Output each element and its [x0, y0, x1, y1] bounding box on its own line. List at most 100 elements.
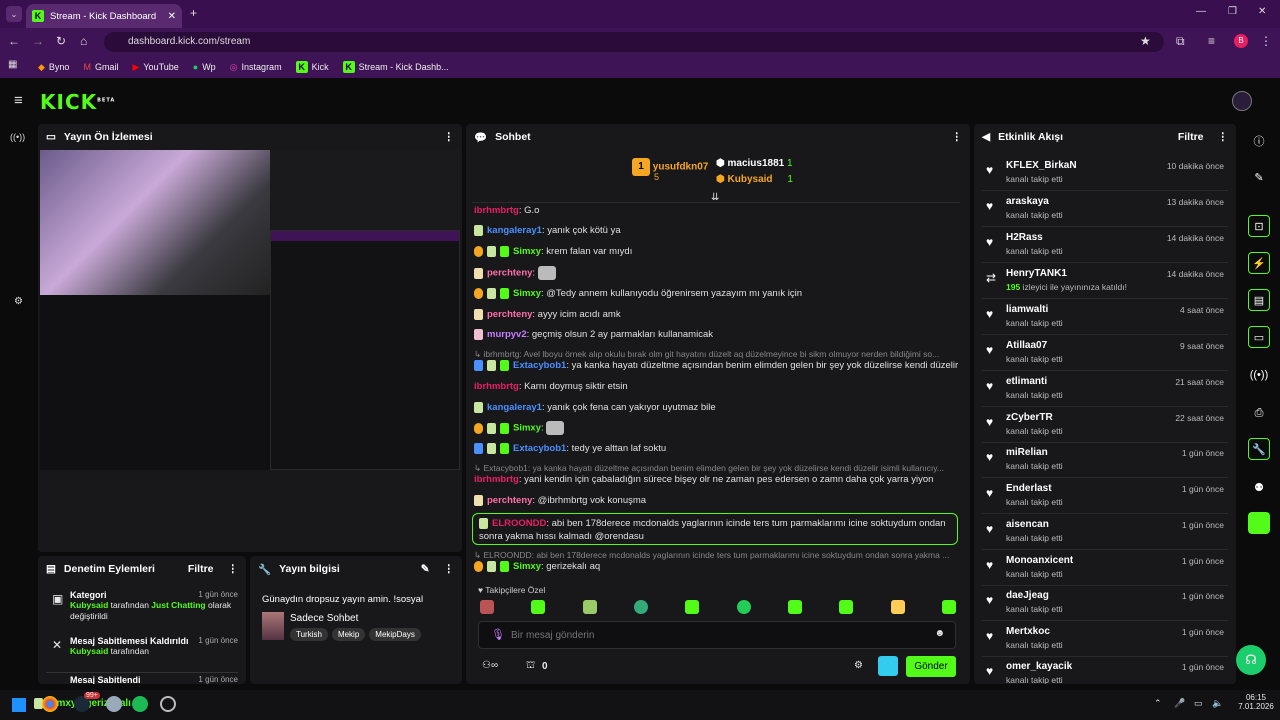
extensions-icon[interactable]: ⧉	[1176, 34, 1185, 49]
emote-button[interactable]	[582, 600, 597, 614]
hamburger-menu-icon[interactable]: ≡	[14, 92, 23, 109]
emoji-picker-icon[interactable]: ☻	[934, 628, 945, 639]
settings-gear-icon[interactable]: ⚙	[14, 296, 23, 307]
obs-taskbar-icon[interactable]	[160, 696, 176, 712]
chrome-taskbar-icon[interactable]	[42, 696, 58, 712]
emote-button[interactable]	[633, 600, 648, 614]
emote-button[interactable]	[685, 600, 700, 614]
microphone-icon[interactable]: 🎙	[491, 628, 505, 641]
emote-button[interactable]	[941, 600, 956, 614]
rail-broadcast-icon[interactable]: ((•))	[10, 132, 25, 142]
minimize-icon[interactable]: —	[1196, 6, 1206, 17]
emote-button[interactable]	[890, 600, 905, 614]
tag-chip[interactable]: Mekip	[331, 628, 366, 641]
chat-message: Extacybob1: ya kanka hayatı düzeltme açı…	[474, 359, 962, 373]
tag-chip[interactable]: MekipDays	[369, 628, 421, 641]
profile-avatar[interactable]: B	[1234, 34, 1248, 48]
apps-grid-icon[interactable]: ▦	[8, 59, 17, 70]
tab-search-icon[interactable]: ⌄	[6, 6, 22, 22]
moderation-menu-icon[interactable]: ⋮	[228, 563, 239, 575]
back-icon[interactable]: ←	[8, 34, 20, 48]
stream-info-title: Yayın bilgisi	[279, 563, 340, 575]
printer-icon[interactable]: ⎙	[1248, 402, 1270, 424]
browser-tab[interactable]: K Stream - Kick Dashboard ✕	[26, 4, 182, 28]
bookmark-star-icon[interactable]: ★	[1140, 34, 1151, 48]
close-tab-icon[interactable]: ✕	[168, 11, 176, 22]
moderation-header: ▤ Denetim Eylemleri Filtre ⋮	[38, 556, 246, 582]
broadcast-icon[interactable]: ((•))	[1248, 364, 1270, 386]
activity-menu-icon[interactable]: ⋮	[1218, 131, 1229, 143]
emote-button[interactable]	[839, 600, 854, 614]
top-gifter-2: ⬢ macius1881 1	[716, 158, 793, 169]
new-tab-icon[interactable]: +	[190, 6, 197, 20]
emote-button[interactable]	[480, 600, 494, 614]
windows-start-icon[interactable]	[12, 698, 26, 712]
bookmark-stream-dashboard[interactable]: K Stream - Kick Dashb...	[342, 61, 449, 73]
home-icon[interactable]: ⌂	[80, 34, 87, 48]
tray-chevron-icon[interactable]: ⌃	[1154, 698, 1162, 709]
preview-menu-icon[interactable]: ⋮	[444, 131, 455, 143]
nested-dashboard-capture	[40, 295, 270, 470]
forward-icon[interactable]: →	[32, 34, 44, 48]
activity-header: ◀ Etkinlik Akışı Filtre ⋮	[974, 124, 1236, 150]
kick-logo[interactable]: KICKBETA	[40, 90, 115, 114]
heart-icon: ♥	[986, 450, 994, 464]
bookmark-gmail[interactable]: M Gmail	[83, 61, 118, 73]
emote-button[interactable]	[531, 600, 546, 614]
bookmark-byno[interactable]: ◆ Byno	[38, 61, 69, 73]
maximize-icon[interactable]: ❐	[1228, 6, 1237, 17]
stream-info-menu-icon[interactable]: ⋮	[444, 563, 455, 575]
moderation-filter-button[interactable]: Filtre	[188, 563, 214, 575]
activity-filter-button[interactable]: Filtre	[1178, 131, 1204, 143]
app-icon[interactable]	[1248, 512, 1270, 534]
emote-button[interactable]	[736, 600, 751, 614]
tray-mic-icon[interactable]: 🎤	[1174, 698, 1185, 709]
emote-button[interactable]	[787, 600, 802, 614]
document-icon[interactable]: ▤	[1248, 289, 1270, 311]
activity-item: ♥ miRelian kanalı takip etti 1 gün önce	[982, 443, 1228, 478]
info-icon[interactable]: ⓘ	[1248, 130, 1270, 152]
edit-icon[interactable]: ✎	[1248, 166, 1270, 188]
chat-settings-icon[interactable]: ⚙	[854, 660, 863, 671]
chat-message: kangaleray1: yanık çok kötü ya	[474, 224, 962, 238]
preview-video[interactable]	[40, 150, 460, 470]
tray-network-icon[interactable]: ▭	[1194, 698, 1203, 709]
tray-volume-icon[interactable]: 🔈	[1212, 698, 1223, 709]
spotify-taskbar-icon[interactable]	[132, 696, 148, 712]
tag-chip[interactable]: Turkish	[290, 628, 328, 641]
chat-message: Simxy: @Tedy annem kullanıyodu öğrenirse…	[474, 287, 962, 301]
activity-item: ♥ daeJjeag kanalı takip etti 1 gün önce	[982, 586, 1228, 621]
infinity-points-icon[interactable]: ⚇∞	[482, 660, 498, 671]
stream-info-header: 🔧 Yayın bilgisi ✎ ⋮	[250, 556, 462, 582]
reload-icon[interactable]: ↻	[56, 34, 66, 48]
lightning-icon[interactable]: ⚡	[1248, 252, 1270, 274]
chat-message: ibrhmbrtg: Karnı doymuş siktir etsin	[474, 381, 628, 392]
bookmark-kick[interactable]: K Kick	[295, 61, 329, 73]
chat-input-box[interactable]: 🎙 ☻	[478, 621, 956, 649]
chat-menu-icon[interactable]: ⋮	[952, 131, 963, 143]
chat-message-input[interactable]	[511, 627, 911, 643]
preview-header: ▭ Yayın Ön İzlemesi ⋮	[38, 124, 462, 150]
app-taskbar-icon[interactable]	[106, 696, 122, 712]
close-window-icon[interactable]: ✕	[1258, 6, 1266, 17]
support-headset-icon[interactable]: ☊	[1236, 645, 1266, 675]
moderation-panel: ▤ Denetim Eylemleri Filtre ⋮ ▣ Kategori 1 …	[38, 556, 246, 684]
bookmark-youtube[interactable]: ▶ YouTube	[132, 61, 178, 73]
media-icon[interactable]: ≡	[1208, 34, 1215, 48]
chat-message: ibrhmbrtg: yani kendin için çabaladığın …	[474, 474, 934, 485]
kick-cash-icon[interactable]	[878, 656, 898, 676]
send-button[interactable]: Gönder	[906, 656, 956, 677]
tool-icon[interactable]: 🔧	[1248, 438, 1270, 460]
bookmark-instagram[interactable]: ◎ Instagram	[230, 61, 282, 73]
capture-icon[interactable]: ⊡	[1248, 215, 1270, 237]
browser-tab-strip: ⌄ K Stream - Kick Dashboard ✕ + — ❐ ✕	[0, 0, 1280, 28]
clock[interactable]: 06:15 7.01.2026	[1236, 693, 1276, 711]
browser-menu-icon[interactable]: ⋮	[1260, 34, 1272, 48]
bookmark-whatsapp[interactable]: ● Wp	[193, 61, 216, 73]
users-icon[interactable]: ⚉	[1248, 476, 1270, 498]
user-avatar[interactable]	[1232, 91, 1252, 111]
chat-icon[interactable]: ▭	[1248, 326, 1270, 348]
url-input[interactable]: dashboard.kick.com/stream	[104, 32, 1164, 52]
stream-category[interactable]: Sadece Sohbet	[290, 613, 358, 624]
edit-pencil-icon[interactable]: ✎	[421, 563, 430, 575]
